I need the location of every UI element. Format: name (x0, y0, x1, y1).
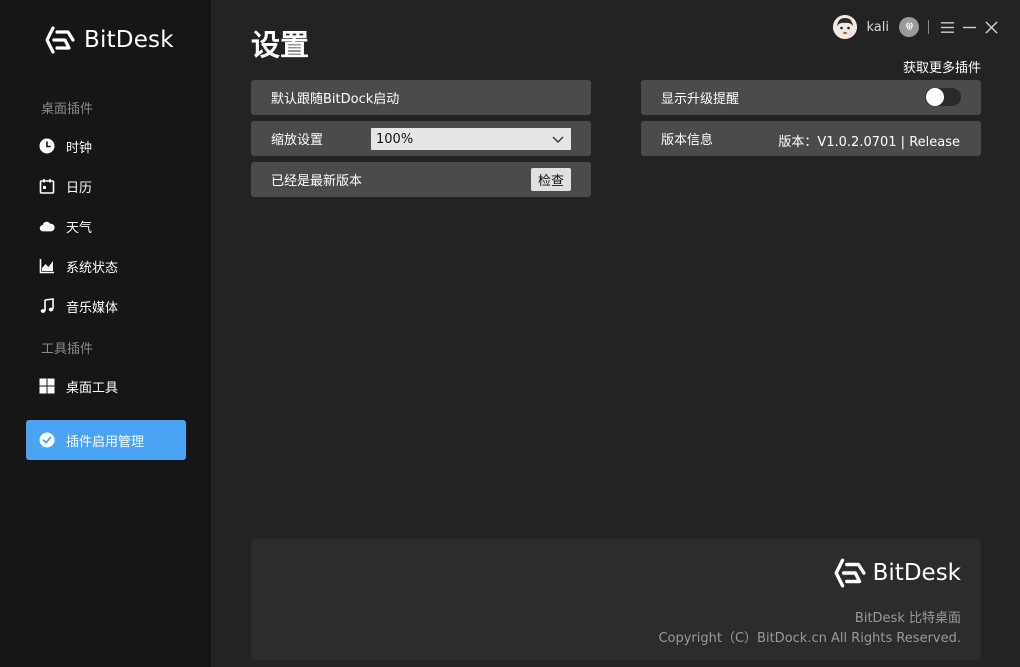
about-footer: BitDesk BitDesk 比特桌面 Copyright（C）BitDock… (251, 539, 981, 660)
sidebar-item-plugin-management[interactable]: 插件启用管理 (26, 420, 186, 460)
hamburger-menu-icon (940, 21, 954, 33)
sidebar-item-label: 系统状态 (66, 260, 119, 276)
sidebar-item-label: 天气 (66, 220, 93, 236)
brand-name: BitDesk (84, 27, 174, 53)
close-button[interactable] (980, 16, 1002, 38)
update-status-text: 已经是最新版本 (271, 174, 363, 189)
grid-icon (39, 378, 55, 394)
sidebar-item-label: 插件启用管理 (66, 434, 145, 450)
toolbar-divider (928, 20, 929, 34)
footer-logo: BitDesk (833, 556, 961, 590)
setting-row-version: 版本信息 版本：V1.0.2.0701 | Release (641, 121, 981, 156)
scale-select-value: 100% (376, 131, 414, 147)
section-title-desktop-plugins: 桌面插件 (41, 102, 94, 117)
footer-copyright: Copyright（C）BitDock.cn All Rights Reserv… (658, 631, 961, 646)
app-window: BitDesk 桌面插件 时钟 日历 天气 系统状态 音乐媒体 工具插件 桌面工… (0, 0, 1020, 667)
get-more-plugins-link[interactable]: 获取更多插件 (903, 57, 981, 76)
version-value: 版本：V1.0.2.0701 | Release (778, 135, 960, 150)
page-title: 设置 (251, 28, 310, 62)
menu-button[interactable] (936, 16, 958, 38)
calendar-icon (39, 178, 55, 194)
chevron-down-icon (552, 136, 564, 143)
scale-label: 缩放设置 (271, 133, 324, 148)
sidebar-item-label: 日历 (66, 180, 93, 196)
sidebar-item-label: 音乐媒体 (66, 300, 119, 316)
sidebar-item-music[interactable]: 音乐媒体 (26, 286, 186, 326)
clock-icon (39, 138, 55, 154)
sidebar-item-weather[interactable]: 天气 (26, 206, 186, 246)
footer-brand-name: BitDesk (872, 560, 961, 586)
setting-row-update: 已经是最新版本 检查 (251, 162, 591, 197)
sidebar-item-label: 时钟 (66, 140, 93, 156)
upgrade-reminder-toggle[interactable] (925, 88, 961, 106)
setting-row-autostart[interactable]: 默认跟随BitDock启动 (251, 80, 591, 115)
sidebar-item-desktop-tools[interactable]: 桌面工具 (26, 366, 186, 406)
cloud-icon (39, 218, 55, 234)
autostart-label: 默认跟随BitDock启动 (271, 92, 400, 107)
sidebar-item-system-status[interactable]: 系统状态 (26, 246, 186, 286)
sidebar-item-label: 桌面工具 (66, 380, 119, 396)
version-label: 版本信息 (661, 133, 714, 148)
sidebar: BitDesk 桌面插件 时钟 日历 天气 系统状态 音乐媒体 工具插件 桌面工… (0, 0, 211, 667)
bitdesk-logo-icon (834, 558, 866, 588)
app-logo: BitDesk (44, 24, 174, 56)
setting-row-upgrade-reminder: 显示升级提醒 (641, 80, 981, 115)
music-note-icon (39, 298, 55, 314)
sidebar-item-calendar[interactable]: 日历 (26, 166, 186, 206)
vip-diamond-icon[interactable] (899, 17, 919, 37)
upgrade-reminder-label: 显示升级提醒 (661, 92, 740, 107)
setting-row-scale: 缩放设置 100% (251, 121, 591, 156)
section-title-tool-plugins: 工具插件 (41, 342, 94, 357)
scale-select[interactable]: 100% (371, 128, 571, 150)
bitdesk-logo-icon (45, 26, 75, 54)
minimize-icon (962, 26, 976, 28)
check-circle-icon (39, 432, 55, 448)
username[interactable]: kali (867, 20, 890, 35)
sidebar-item-clock[interactable]: 时钟 (26, 126, 186, 166)
footer-product-name: BitDesk 比特桌面 (854, 611, 961, 626)
close-icon (984, 20, 998, 34)
toggle-knob (926, 88, 944, 106)
user-avatar[interactable] (832, 15, 857, 39)
chart-icon (39, 258, 55, 274)
minimize-button[interactable] (958, 16, 980, 38)
check-update-button[interactable]: 检查 (531, 168, 571, 191)
title-bar-controls: kali (832, 14, 1003, 40)
